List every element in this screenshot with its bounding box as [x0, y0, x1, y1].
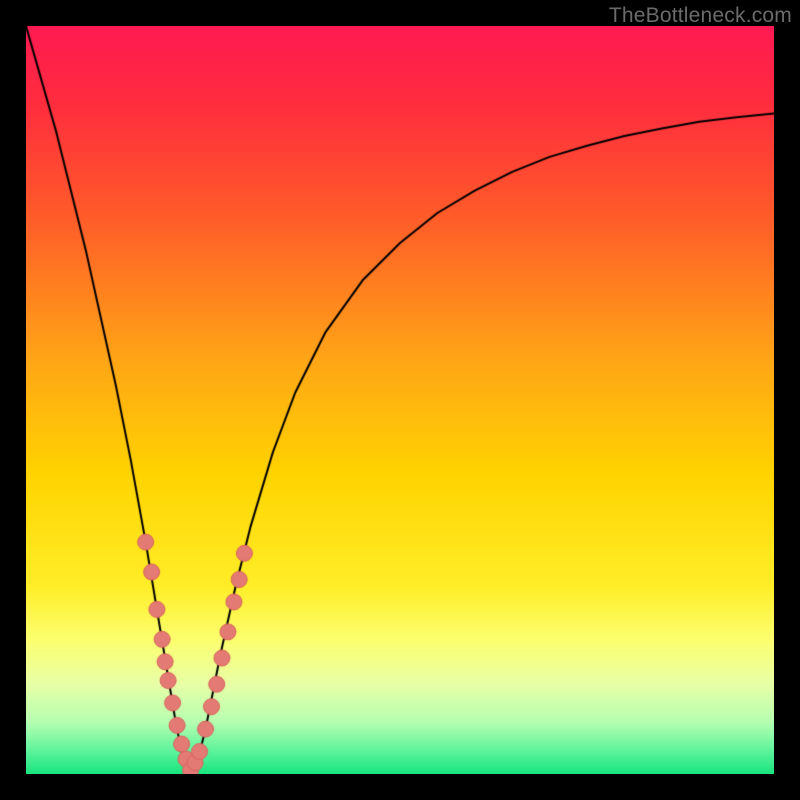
- plot-area: [26, 26, 774, 774]
- watermark-text: TheBottleneck.com: [609, 4, 792, 28]
- outer-frame: TheBottleneck.com: [0, 0, 800, 800]
- chart-canvas: [26, 26, 774, 774]
